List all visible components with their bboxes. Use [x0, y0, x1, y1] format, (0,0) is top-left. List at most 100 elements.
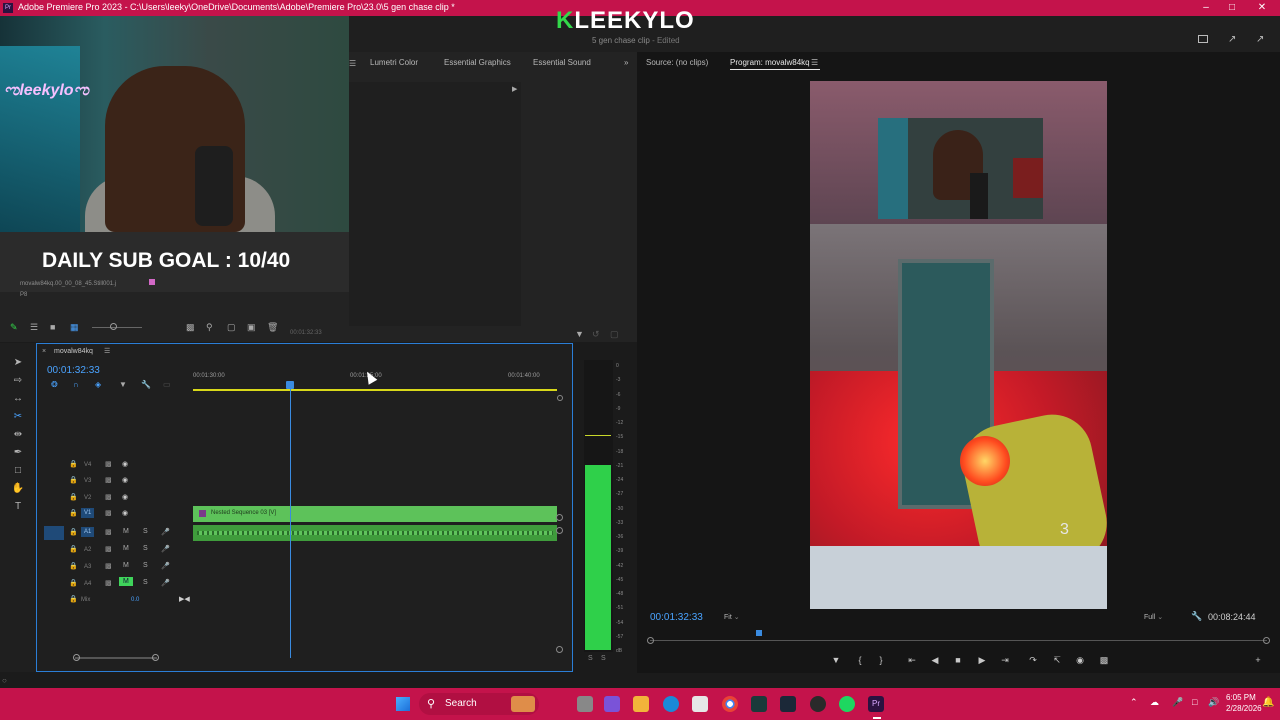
- work-area-bar[interactable]: [193, 389, 557, 391]
- automate-icon[interactable]: ▩: [186, 322, 195, 333]
- playhead-handle[interactable]: [286, 381, 294, 389]
- solo-button[interactable]: S: [143, 545, 148, 552]
- ripple-edit-icon[interactable]: ↔: [10, 392, 26, 406]
- wrench-icon[interactable]: 🔧: [1191, 611, 1202, 622]
- taskbar-search[interactable]: ⚲ Search: [419, 693, 539, 715]
- lock-icon[interactable]: 🔒: [69, 528, 78, 536]
- add-marker-button[interactable]: ▼: [829, 654, 843, 666]
- panel-menu-icon[interactable]: ☰: [349, 59, 356, 68]
- store-icon[interactable]: [692, 696, 708, 712]
- copilot-icon[interactable]: [604, 696, 620, 712]
- maximize-icon[interactable]: □: [1222, 1, 1242, 15]
- zoom-slider[interactable]: [92, 327, 142, 328]
- extract-button[interactable]: ↸: [1050, 654, 1064, 666]
- zoom-select[interactable]: Fit ⌄: [724, 613, 740, 621]
- type-tool-icon[interactable]: T: [10, 500, 26, 514]
- rectangle-tool-icon[interactable]: □: [10, 464, 26, 478]
- lock-icon[interactable]: 🔒: [69, 493, 78, 501]
- eye-icon[interactable]: ◉: [122, 476, 128, 484]
- quick-export-icon[interactable]: [1198, 35, 1208, 43]
- mic-icon[interactable]: 🎤: [161, 545, 170, 553]
- zoom-slider-handle[interactable]: [110, 323, 117, 330]
- close-sequence-icon[interactable]: ×: [42, 348, 46, 355]
- expand-arrow-icon[interactable]: ▶: [512, 85, 517, 93]
- track-v3[interactable]: 🔒 V3 ▩ ◉: [43, 474, 193, 490]
- step-back-button[interactable]: ◀: [928, 654, 942, 666]
- sync-icon[interactable]: ▩: [105, 528, 112, 536]
- eye-icon[interactable]: ◉: [122, 493, 128, 501]
- meter-solo-left[interactable]: S: [588, 655, 593, 662]
- playhead-line[interactable]: [290, 384, 291, 658]
- new-bin-icon[interactable]: ▢: [227, 322, 236, 333]
- scrub-start-handle[interactable]: [647, 637, 654, 644]
- play-button[interactable]: ▶: [975, 654, 989, 666]
- sync-icon[interactable]: ▩: [105, 562, 112, 570]
- tab-program[interactable]: Program: movalw84kq: [730, 58, 810, 67]
- linked-selection-icon[interactable]: ◈: [95, 380, 101, 389]
- lock-icon[interactable]: 🔒: [69, 476, 78, 484]
- program-menu-icon[interactable]: ☰: [811, 58, 818, 67]
- mark-out-button[interactable]: }: [874, 654, 888, 666]
- sync-icon[interactable]: ▩: [105, 476, 112, 484]
- lock-icon[interactable]: 🔒: [69, 595, 78, 603]
- export-frame-icon[interactable]: ▢: [610, 329, 619, 340]
- more-tabs-icon[interactable]: »: [624, 58, 628, 67]
- filter-icon[interactable]: ▼: [575, 329, 584, 339]
- premiere-taskbar-icon[interactable]: Pr: [868, 696, 884, 712]
- mic-icon[interactable]: 🎤: [161, 562, 170, 570]
- sync-icon[interactable]: ▩: [105, 579, 112, 587]
- taskbar-time[interactable]: 6:05 PM: [1226, 693, 1256, 702]
- snap-icon[interactable]: ∩: [73, 380, 79, 389]
- tab-source[interactable]: Source: (no clips): [646, 58, 708, 67]
- project-clip-name[interactable]: movalw84kq.00_00_08_45.Still001.j: [20, 281, 116, 287]
- mark-in-button[interactable]: {: [853, 654, 867, 666]
- spotify-icon[interactable]: [839, 696, 855, 712]
- taskbar-date[interactable]: 2/28/2026: [1226, 704, 1262, 713]
- sync-icon[interactable]: ▩: [105, 493, 112, 501]
- program-scrub-bar[interactable]: [650, 640, 1267, 641]
- lift-button[interactable]: ↷: [1026, 654, 1040, 666]
- resolution-select[interactable]: Full ⌄: [1144, 613, 1163, 621]
- volume-icon[interactable]: 🔊: [1208, 697, 1219, 708]
- pen-tool-icon[interactable]: ✒: [10, 446, 26, 460]
- stop-button[interactable]: ■: [951, 654, 965, 666]
- mic-icon[interactable]: 🎤: [161, 579, 170, 587]
- selection-tool-icon[interactable]: ➤: [10, 356, 26, 370]
- sequence-menu-icon[interactable]: ☰: [104, 347, 110, 355]
- find-icon[interactable]: ⚲: [206, 322, 213, 333]
- track-a2[interactable]: 🔒 A2 ▩ M S 🎤: [43, 543, 193, 559]
- mute-button[interactable]: M: [123, 545, 129, 552]
- mic-icon[interactable]: 🎤: [161, 528, 170, 536]
- timeline-timecode[interactable]: 00:01:32:33: [47, 365, 100, 376]
- solo-button[interactable]: S: [143, 528, 148, 535]
- trash-icon[interactable]: 🗑: [267, 322, 278, 333]
- sync-icon[interactable]: ▩: [105, 545, 112, 553]
- mic-tray-icon[interactable]: 🎤: [1172, 697, 1183, 708]
- add-marker-icon[interactable]: ▼: [119, 380, 127, 389]
- sync-icon[interactable]: ▩: [105, 460, 112, 468]
- zoom-handle-right[interactable]: [152, 654, 159, 661]
- lock-icon[interactable]: 🔒: [69, 545, 78, 553]
- hand-tool-icon[interactable]: ✋: [10, 482, 26, 496]
- chrome-icon[interactable]: [722, 696, 738, 712]
- slip-tool-icon[interactable]: ⇹: [10, 428, 26, 442]
- capcut-icon[interactable]: [751, 696, 767, 712]
- meter-solo-right[interactable]: S: [601, 655, 606, 662]
- obs-icon[interactable]: [810, 696, 826, 712]
- filter2-icon[interactable]: ↺: [592, 329, 600, 340]
- mute-button[interactable]: M: [123, 562, 129, 569]
- eye-icon[interactable]: ◉: [122, 460, 128, 468]
- scrub-end-handle[interactable]: [1263, 637, 1270, 644]
- share-icon[interactable]: ↗: [1228, 34, 1236, 45]
- track-a4[interactable]: 🔒 A4 ▩ M S 🎤: [43, 577, 193, 593]
- icon-view-icon[interactable]: ■: [50, 322, 55, 332]
- fullscreen-icon[interactable]: ↗: [1256, 34, 1264, 45]
- sequence-tab[interactable]: movalw84kq: [54, 348, 93, 355]
- track-a3[interactable]: 🔒 A3 ▩ M S 🎤: [43, 560, 193, 576]
- timeline-zoom-bar[interactable]: [75, 657, 157, 659]
- lock-icon[interactable]: 🔒: [69, 509, 78, 517]
- timeline-scroll-handle[interactable]: [557, 395, 563, 401]
- tab-essential-graphics[interactable]: Essential Graphics: [444, 58, 511, 67]
- file-explorer-icon[interactable]: [633, 696, 649, 712]
- track-scroll-handle-2[interactable]: [556, 527, 563, 534]
